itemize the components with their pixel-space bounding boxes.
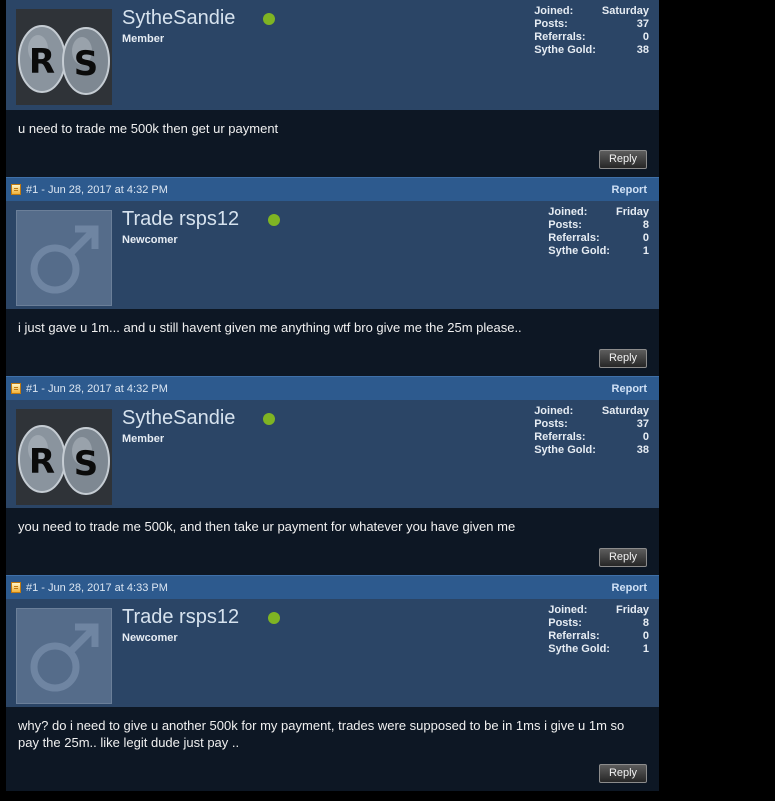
thread: R S SytheSandie Member Joined: Saturday P… — [6, 0, 659, 791]
online-status-icon — [263, 413, 275, 425]
stat-label: Referrals: — [534, 431, 586, 443]
post: #1 - Jun 28, 2017 at 4:32 PM Report R S … — [6, 376, 659, 575]
stat-posts: 37 — [636, 418, 649, 430]
stat-label: Posts: — [534, 418, 568, 430]
stat-label: Referrals: — [548, 630, 600, 642]
stat-gold: 38 — [636, 44, 649, 56]
message-text: i just gave u 1m... and u still havent g… — [18, 320, 522, 335]
report-link[interactable]: Report — [612, 582, 647, 594]
avatar[interactable]: R S — [16, 9, 112, 105]
stat-label: Joined: — [548, 206, 588, 218]
stat-referrals: 0 — [642, 630, 649, 642]
user-title: Newcomer — [122, 234, 178, 246]
report-link[interactable]: Report — [612, 383, 647, 395]
user-stats: Joined: Saturday Posts: 37 Referrals: 0 Syt… — [534, 405, 649, 457]
username-link[interactable]: SytheSandie — [122, 7, 235, 30]
post-number-date[interactable]: #1 - Jun 28, 2017 at 4:32 PM — [26, 184, 168, 196]
stat-label: Sythe Gold: — [534, 444, 596, 456]
stat-posts: 8 — [642, 617, 649, 629]
svg-text:S: S — [74, 44, 99, 84]
stat-label: Posts: — [548, 219, 582, 231]
stat-label: Joined: — [534, 405, 574, 417]
username-link[interactable]: SytheSandie — [122, 407, 235, 430]
post-header: #1 - Jun 28, 2017 at 4:33 PM Report — [6, 575, 659, 599]
stat-label: Joined: — [548, 604, 588, 616]
rs-rune-avatar-icon: R S — [16, 9, 112, 105]
report-link[interactable]: Report — [612, 184, 647, 196]
user-info-panel: Trade rsps12 Newcomer Joined: Friday Post… — [6, 201, 659, 309]
stat-label: Referrals: — [534, 31, 586, 43]
post: #1 - Jun 28, 2017 at 4:32 PM Report Trad… — [6, 177, 659, 376]
post-header: #1 - Jun 28, 2017 at 4:32 PM Report — [6, 376, 659, 400]
stat-label: Sythe Gold: — [548, 643, 610, 655]
stat-referrals: 0 — [642, 31, 649, 43]
reply-button[interactable]: Reply — [599, 548, 647, 567]
message-text: why? do i need to give u another 500k fo… — [18, 718, 625, 750]
avatar[interactable] — [16, 608, 112, 704]
user-stats: Joined: Saturday Posts: 37 Referrals: 0 Syt… — [534, 5, 649, 57]
online-status-icon — [263, 13, 275, 25]
message-content: you need to trade me 500k, and then take… — [6, 508, 659, 575]
stat-referrals: 0 — [642, 232, 649, 244]
post-icon — [11, 383, 21, 394]
user-info-panel: Trade rsps12 Newcomer Joined: Friday Post… — [6, 599, 659, 707]
stat-joined: Friday — [615, 206, 649, 218]
message-text: you need to trade me 500k, and then take… — [18, 519, 516, 534]
stat-label: Referrals: — [548, 232, 600, 244]
avatar[interactable]: R S — [16, 409, 112, 505]
message-text: u need to trade me 500k then get ur paym… — [18, 121, 279, 136]
stat-posts: 37 — [636, 18, 649, 30]
stat-joined: Friday — [615, 604, 649, 616]
message-content: i just gave u 1m... and u still havent g… — [6, 309, 659, 376]
stat-label: Posts: — [534, 18, 568, 30]
svg-text:R: R — [29, 442, 55, 482]
reply-button[interactable]: Reply — [599, 349, 647, 368]
reply-button[interactable]: Reply — [599, 150, 647, 169]
username-link[interactable]: Trade rsps12 — [122, 606, 239, 629]
online-status-icon — [268, 612, 280, 624]
avatar[interactable] — [16, 210, 112, 306]
post-icon — [11, 184, 21, 195]
user-stats: Joined: Friday Posts: 8 Referrals: 0 Sythe … — [548, 604, 649, 656]
user-title: Newcomer — [122, 632, 178, 644]
stat-label: Sythe Gold: — [534, 44, 596, 56]
post-icon — [11, 582, 21, 593]
stat-referrals: 0 — [642, 431, 649, 443]
online-status-icon — [268, 214, 280, 226]
stat-label: Joined: — [534, 5, 574, 17]
reply-button[interactable]: Reply — [599, 764, 647, 783]
user-info-panel: R S SytheSandie Member Joined: Saturday P… — [6, 0, 659, 110]
user-info-panel: R S SytheSandie Member Joined: Saturday P… — [6, 400, 659, 508]
post-header: #1 - Jun 28, 2017 at 4:32 PM Report — [6, 177, 659, 201]
male-symbol-icon — [30, 623, 99, 692]
user-title: Member — [122, 433, 165, 445]
message-content: u need to trade me 500k then get ur paym… — [6, 110, 659, 177]
stat-label: Sythe Gold: — [548, 245, 610, 257]
message-content: why? do i need to give u another 500k fo… — [6, 707, 659, 791]
post: #1 - Jun 28, 2017 at 4:33 PM Report Trad… — [6, 575, 659, 791]
post-number-date[interactable]: #1 - Jun 28, 2017 at 4:33 PM — [26, 582, 168, 594]
rs-rune-avatar-icon: R S — [16, 409, 112, 505]
stat-joined: Saturday — [601, 405, 649, 417]
post: R S SytheSandie Member Joined: Saturday P… — [6, 0, 659, 177]
stat-label: Posts: — [548, 617, 582, 629]
svg-text:R: R — [29, 42, 55, 82]
stat-joined: Saturday — [601, 5, 649, 17]
stat-gold: 1 — [642, 643, 649, 655]
user-stats: Joined: Friday Posts: 8 Referrals: 0 Sythe … — [548, 206, 649, 258]
stat-gold: 38 — [636, 444, 649, 456]
svg-text:S: S — [74, 444, 99, 484]
user-title: Member — [122, 33, 165, 45]
stat-gold: 1 — [642, 245, 649, 257]
post-number-date[interactable]: #1 - Jun 28, 2017 at 4:32 PM — [26, 383, 168, 395]
stat-posts: 8 — [642, 219, 649, 231]
username-link[interactable]: Trade rsps12 — [122, 208, 239, 231]
male-symbol-icon — [30, 225, 99, 294]
